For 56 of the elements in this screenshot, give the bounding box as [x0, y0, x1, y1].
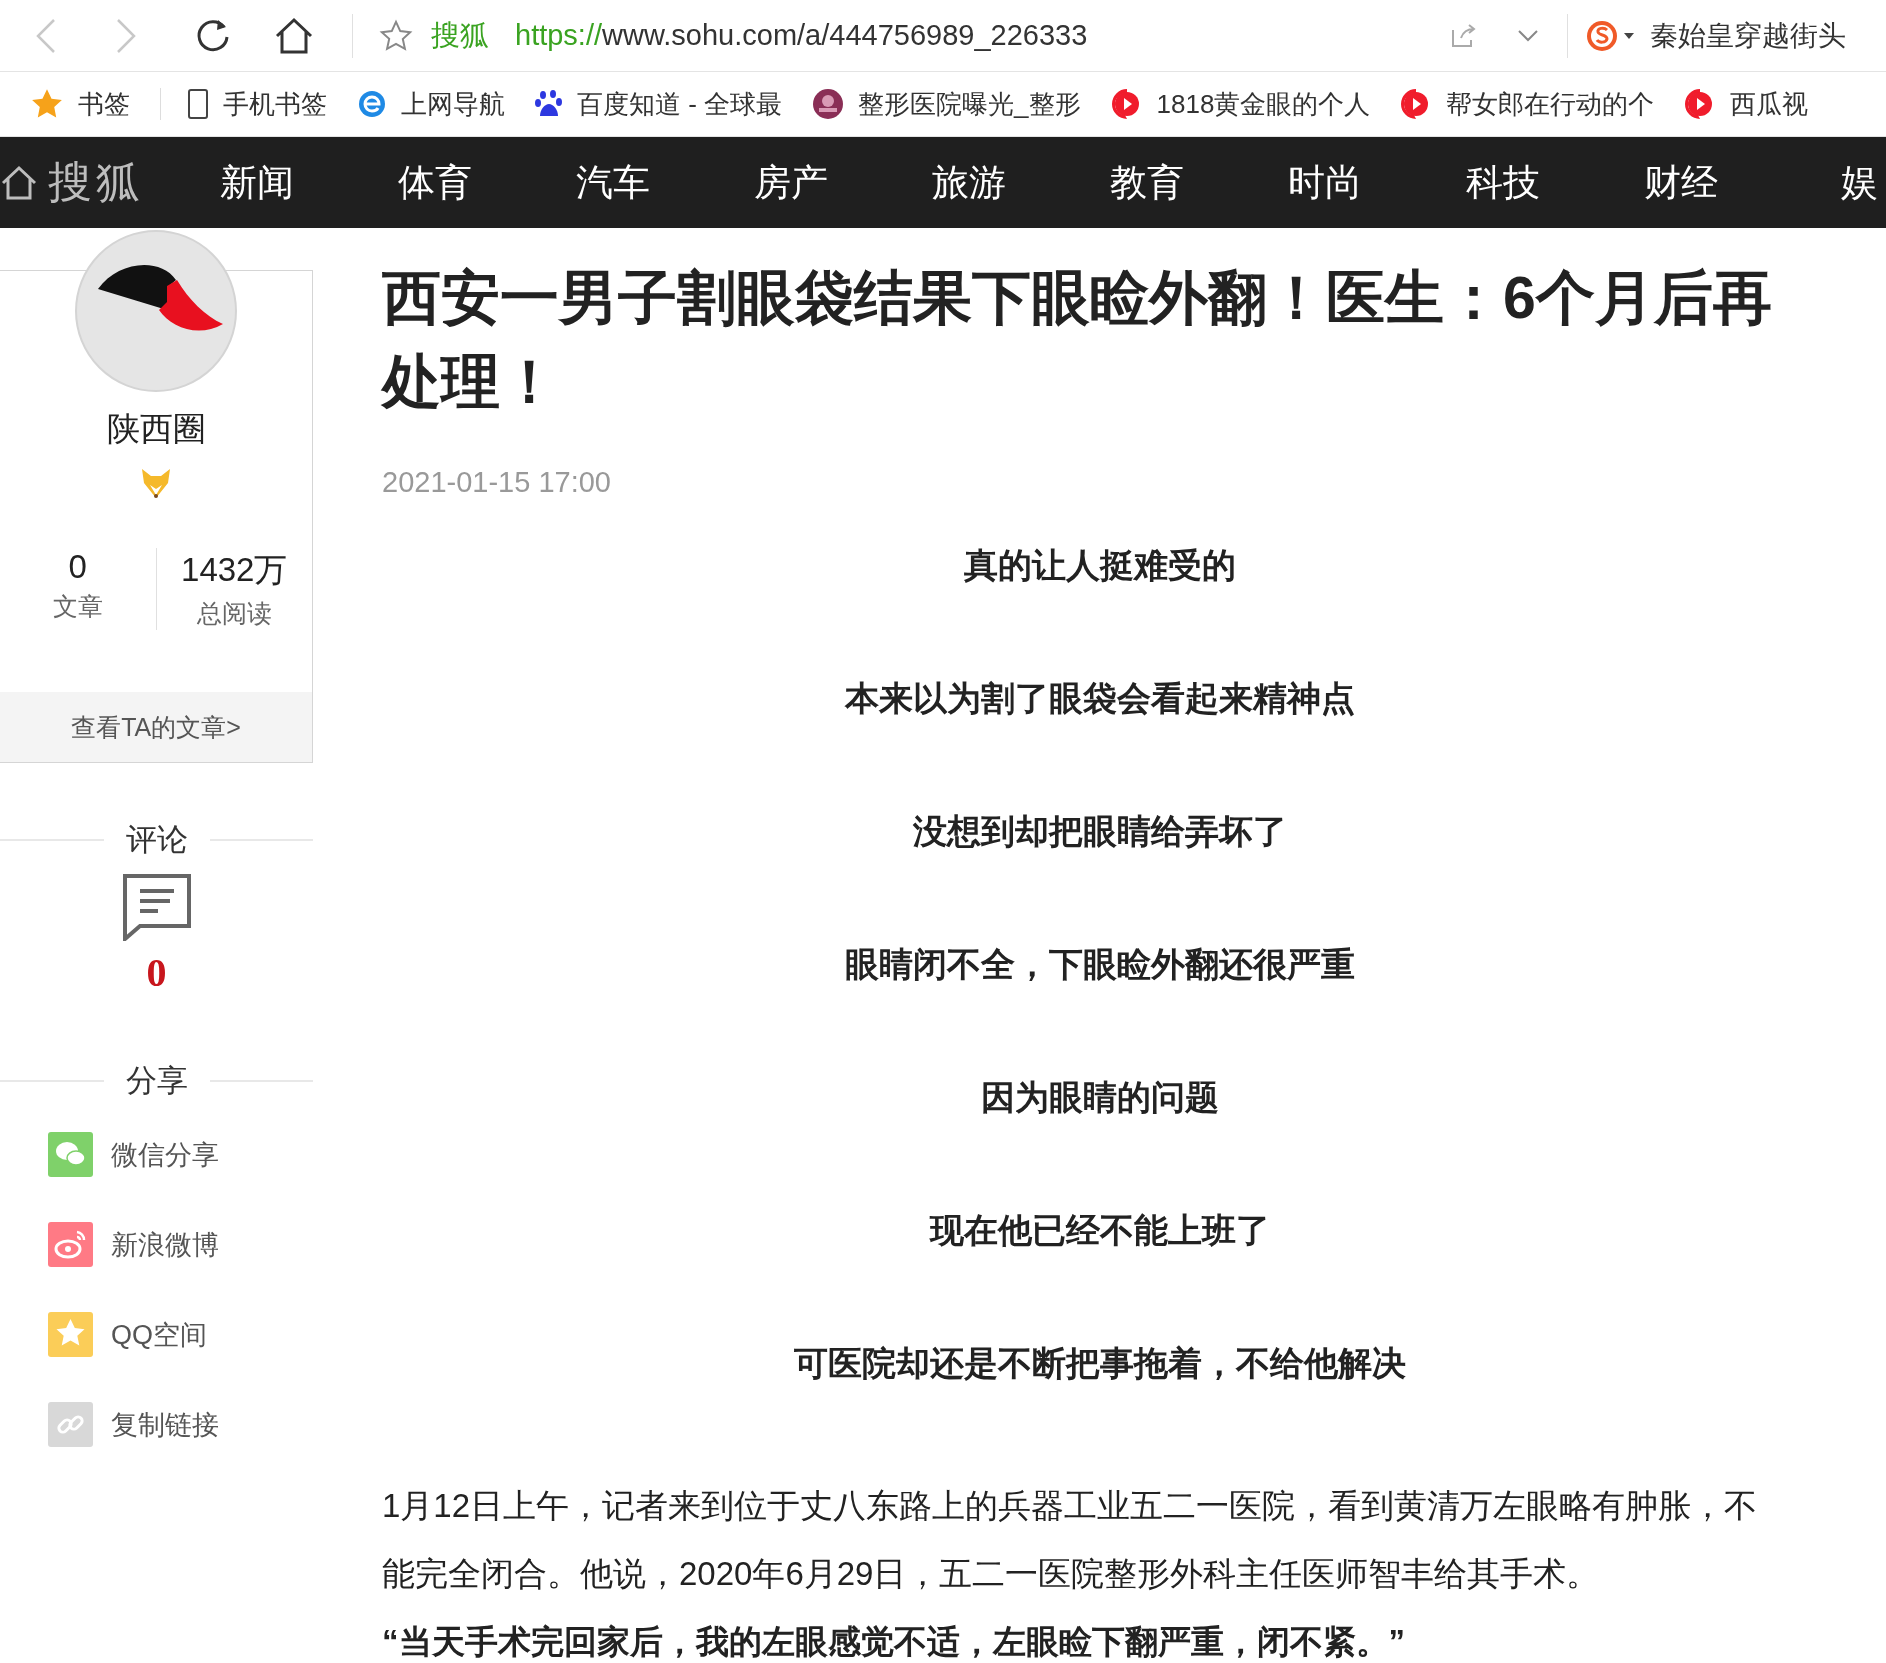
bookmark-link[interactable]: 百度知道 - 全球最 — [535, 86, 783, 122]
view-articles-button[interactable]: 查看TA的文章> — [0, 692, 312, 762]
nav-link[interactable]: 新闻 — [168, 157, 346, 208]
paw-icon — [535, 89, 563, 119]
lead-line: 眼睛闭不全，下眼睑外翻还很严重 — [844, 944, 1356, 985]
nav-link[interactable]: 教育 — [1058, 157, 1236, 208]
nav-link[interactable]: 体育 — [346, 157, 524, 208]
search-field[interactable]: 秦始皇穿越街头 — [1650, 16, 1846, 55]
bookmark-link[interactable]: 书签 — [30, 86, 130, 122]
lead-line: 可医院却还是不断把事拖着，不给他解决 — [793, 1343, 1407, 1384]
section-heading: 评论 — [0, 819, 313, 861]
comment-icon[interactable] — [121, 873, 192, 941]
nav-link[interactable]: 旅游 — [880, 157, 1058, 208]
bookmark-link[interactable]: 1818黄金眼的个人 — [1110, 86, 1371, 122]
article-paragraph: 1月12日上午，记者来到位于丈八东路上的兵器工业五二一医院，看到黄清万左眼略有肿胀，不能完全闭合。他说，2020年6月29日，五二一医院整形外科主任医师智丰给其手术。 — [382, 1486, 1759, 1594]
stat-label: 总阅读 — [196, 598, 272, 629]
fox-badge-icon — [139, 466, 173, 500]
url-text[interactable]: https://www.sohu.com/a/444756989_226333 — [515, 19, 1088, 52]
bookmark-link[interactable]: 整形医院曝光_整形 — [812, 86, 1081, 122]
quote-line: “当天手术完回家后，我的左眼感觉不适，左眼睑下翻严重，闭不紧。” — [382, 1622, 1406, 1662]
lead-line: 没想到却把眼睛给弄坏了 — [912, 811, 1288, 852]
bookmark-link[interactable]: 手机书签 — [187, 86, 327, 122]
phone-icon — [187, 88, 209, 120]
site-name: 搜狐 — [431, 17, 489, 53]
chevron-down-icon[interactable] — [1517, 28, 1539, 43]
stat-value: 0 — [68, 548, 87, 586]
lead-line: 真的让人挺难受的 — [963, 545, 1237, 586]
stat-value: 1432万 — [181, 550, 288, 590]
lead-line: 本来以为割了眼袋会看起来精神点 — [843, 678, 1356, 719]
share-link[interactable]: 微信分享 — [48, 1132, 313, 1177]
author-name: 陕西圈 — [106, 409, 206, 449]
share-link[interactable]: 新浪微博 — [48, 1222, 313, 1267]
nav-link[interactable]: 娱 — [1770, 157, 1886, 208]
publish-date: 2021-01-15 17:00 — [382, 466, 612, 499]
share-icon[interactable] — [1449, 21, 1477, 50]
article-title: 西安一男子割眼袋结果下眼睑外翻！医生：6个月后再处理！ — [382, 264, 1773, 417]
bookmark-link[interactable]: 西瓜视 — [1684, 86, 1809, 122]
lead-line: 现在他已经不能上班了 — [928, 1210, 1271, 1251]
home-icon[interactable] — [274, 16, 314, 55]
section-heading: 分享 — [0, 1060, 313, 1102]
browser-icon — [357, 89, 387, 119]
share-link[interactable]: QQ空间 — [48, 1312, 313, 1357]
nav-link[interactable]: 汽车 — [524, 157, 702, 208]
star-icon[interactable] — [379, 18, 413, 53]
site-logo[interactable]: 搜狐 — [0, 153, 144, 212]
comment-count: 0 — [146, 949, 167, 996]
share-link[interactable]: 复制链接 — [48, 1402, 313, 1447]
bookmark-link[interactable]: 上网导航 — [357, 86, 505, 122]
stat-label: 文章 — [52, 591, 103, 622]
nav-link[interactable]: 科技 — [1414, 157, 1592, 208]
nav-link[interactable]: 时尚 — [1236, 157, 1414, 208]
nav-link[interactable]: 房产 — [702, 157, 880, 208]
badge-icon — [812, 88, 845, 120]
lead-line: 因为眼睛的问题 — [980, 1077, 1220, 1118]
bookmark-link[interactable]: 帮女郎在行动的个 — [1400, 86, 1655, 122]
nav-link[interactable]: 财经 — [1592, 157, 1770, 208]
